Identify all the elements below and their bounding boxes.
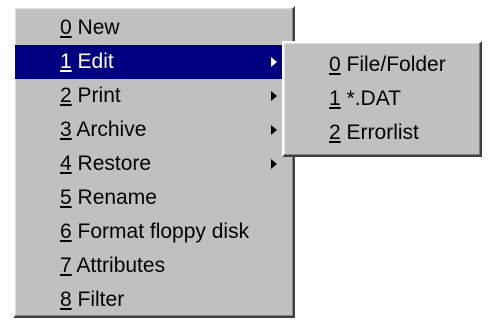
menu-item-archive[interactable]: 3 Archive [15, 113, 293, 147]
menu-item-label: Edit [71, 50, 114, 73]
menu-item-label: *.DAT [340, 87, 401, 110]
menu-item-number: 0 [60, 16, 72, 39]
menu-item-number: 2 [329, 121, 341, 144]
submenu-item-errorlist[interactable]: 2 Errorlist [284, 116, 480, 150]
menu-item-label: Errorlist [340, 121, 419, 144]
menu-item-label: Print [71, 84, 121, 107]
menu-item-label: New [71, 16, 120, 39]
menu-item-number: 4 [60, 152, 72, 175]
menu-item-number: 5 [60, 186, 72, 209]
menu-item-number: 6 [60, 220, 72, 243]
submenu-arrow-icon [271, 57, 277, 67]
submenu-arrow-icon [271, 91, 277, 101]
submenu-item-file-folder[interactable]: 0 File/Folder [284, 48, 480, 82]
menu-item-label: Filter [71, 288, 125, 311]
menu-item-label: Attributes [71, 254, 166, 277]
menu-item-number: 8 [60, 288, 72, 311]
context-menu: 0 New 1 Edit 2 Print 3 Archive 4 Restore… [13, 6, 295, 318]
menu-item-number: 1 [329, 87, 341, 110]
submenu-item-dat[interactable]: 1 *.DAT [284, 82, 480, 116]
submenu-arrow-icon [271, 125, 277, 135]
menu-item-print[interactable]: 2 Print [15, 79, 293, 113]
submenu-arrow-icon [271, 159, 277, 169]
edit-submenu: 0 File/Folder 1 *.DAT 2 Errorlist [282, 41, 482, 157]
menu-item-number: 3 [60, 118, 72, 141]
menu-item-number: 7 [60, 254, 72, 277]
menu-item-label: Rename [71, 186, 157, 209]
menu-item-number: 0 [329, 53, 341, 76]
menu-item-new[interactable]: 0 New [15, 11, 293, 45]
menu-item-rename[interactable]: 5 Rename [15, 181, 293, 215]
menu-item-edit[interactable]: 1 Edit [15, 45, 293, 79]
menu-item-format-floppy-disk[interactable]: 6 Format floppy disk [15, 215, 293, 249]
menu-item-label: File/Folder [340, 53, 446, 76]
menu-item-label: Restore [71, 152, 152, 175]
menu-item-label: Format floppy disk [71, 220, 250, 243]
menu-item-number: 2 [60, 84, 72, 107]
menu-item-label: Archive [71, 118, 147, 141]
menu-item-restore[interactable]: 4 Restore [15, 147, 293, 181]
menu-item-number: 1 [60, 50, 72, 73]
menu-item-filter[interactable]: 8 Filter [15, 283, 293, 317]
menu-item-attributes[interactable]: 7 Attributes [15, 249, 293, 283]
